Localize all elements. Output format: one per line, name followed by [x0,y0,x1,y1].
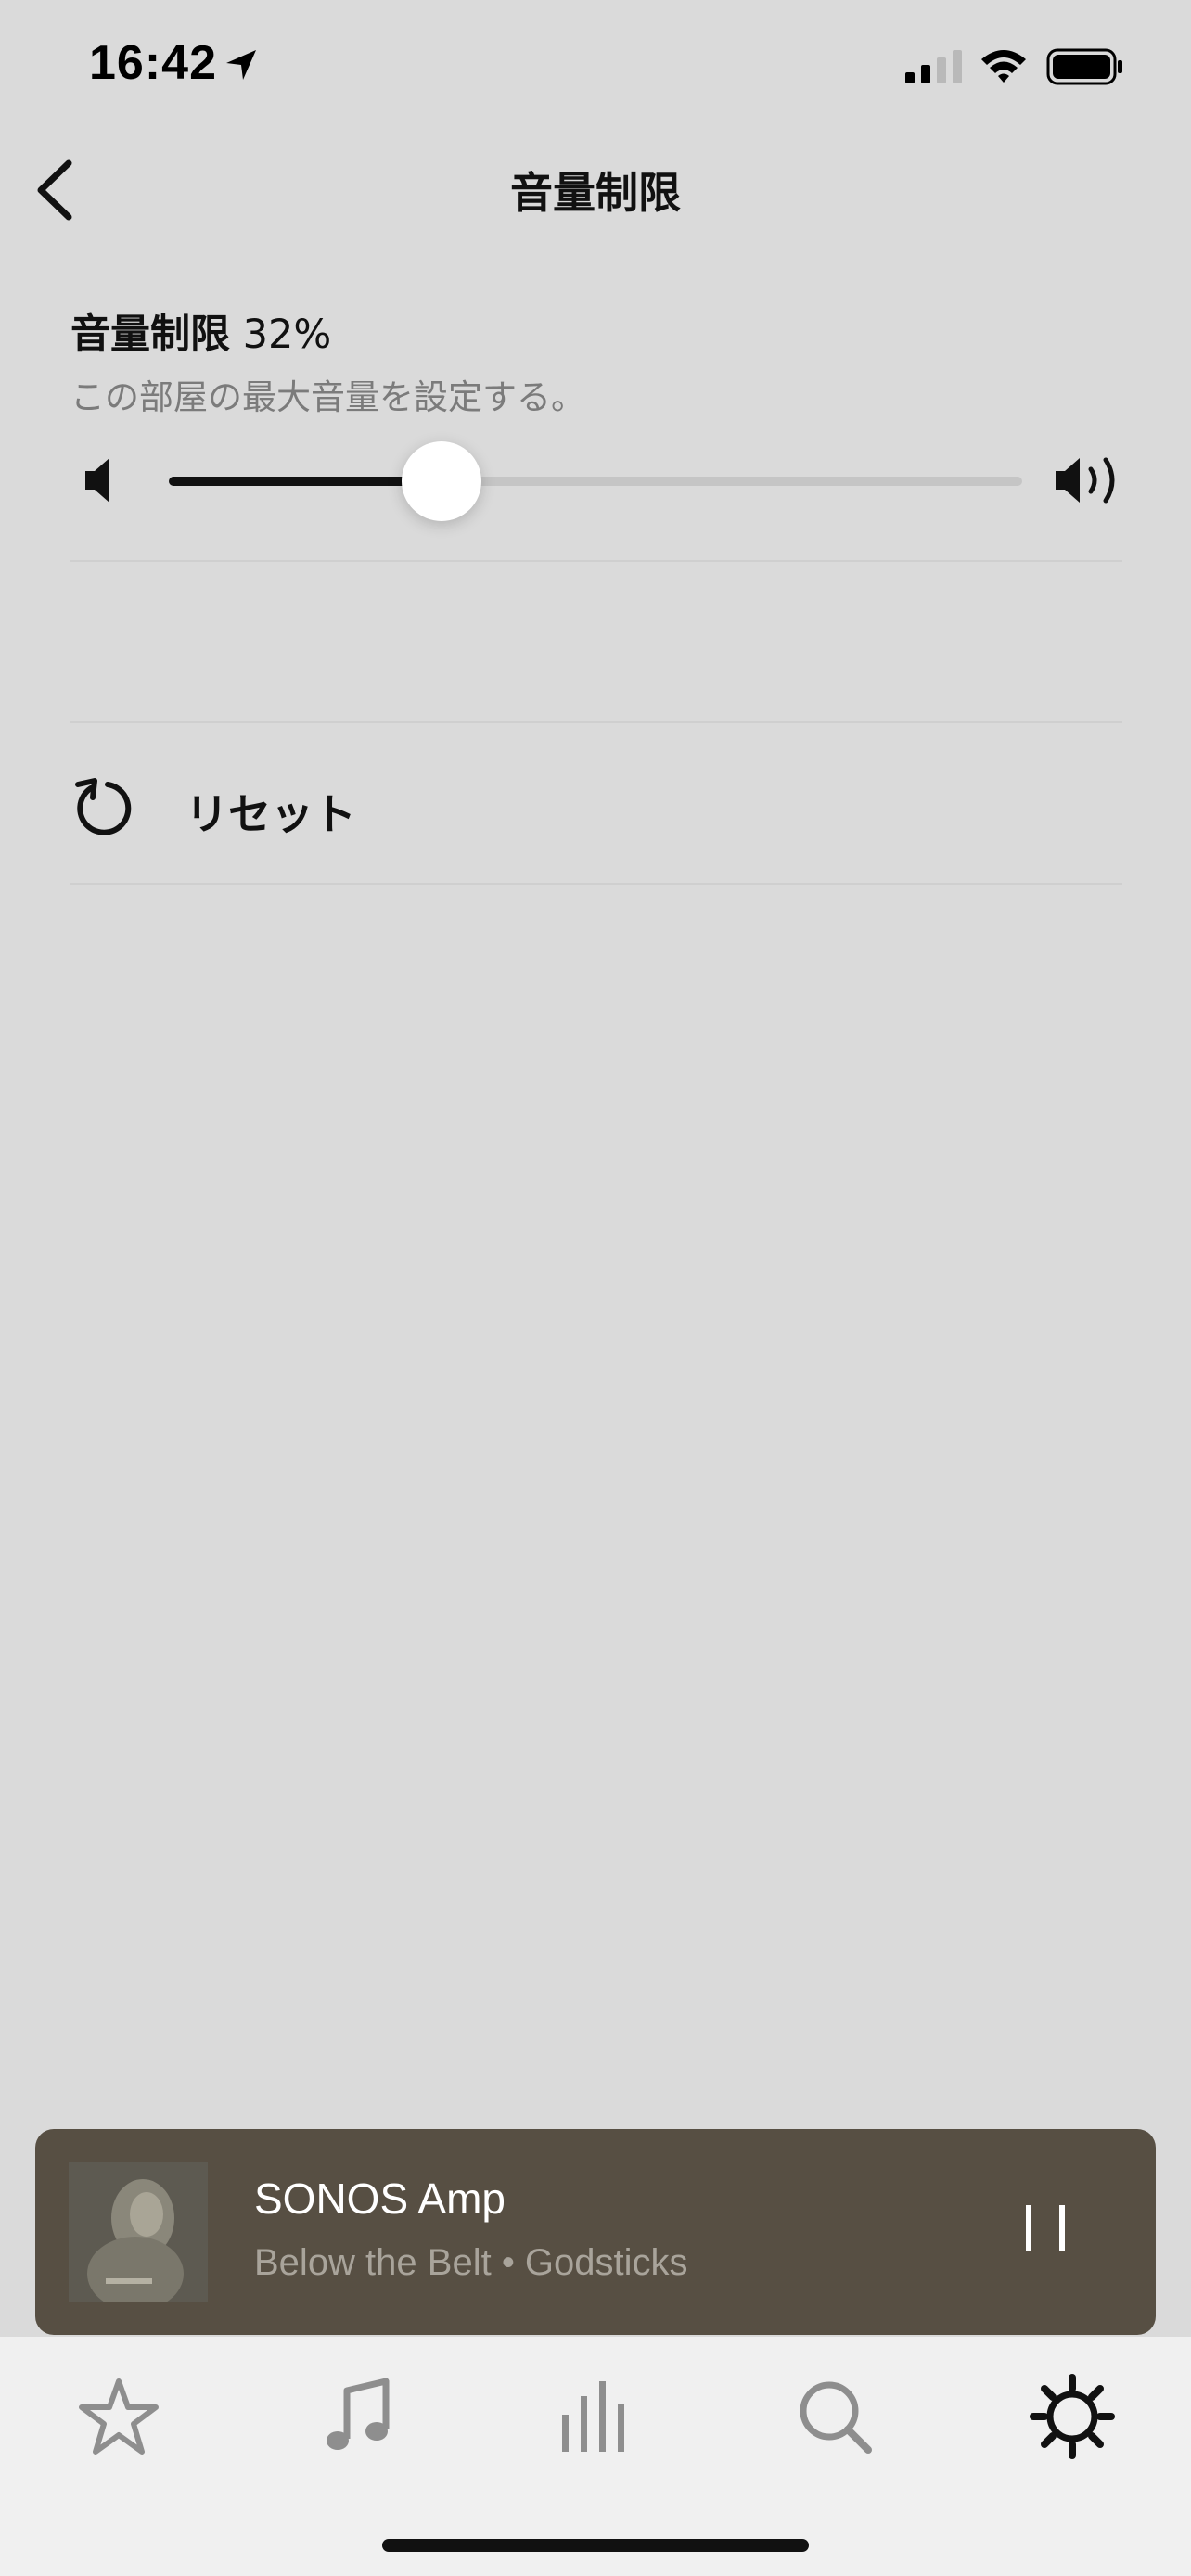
volume-limit-slider[interactable] [169,441,1022,521]
status-bar: 16:42 [0,0,1191,130]
now-playing-track: Below the Belt • Godsticks [254,2242,688,2283]
music-note-icon [327,2378,390,2450]
equalizer-bars-icon [562,2381,624,2452]
page-title: 音量制限 [510,168,681,218]
album-cover-image [69,2162,208,2302]
tab-browse[interactable] [314,2372,403,2461]
home-indicator [382,2539,809,2552]
search-icon [800,2381,872,2454]
status-time: 16:42 [89,36,217,90]
reset-icon [75,778,132,835]
speaker-loud-icon [1056,457,1115,504]
tab-settings[interactable] [1028,2372,1117,2461]
slider-thumb[interactable] [402,441,482,521]
now-playing-bar[interactable]: SONOS Amp Below the Belt • Godsticks [35,2129,1156,2335]
wifi-icon [981,50,1026,83]
tab-search[interactable] [790,2372,879,2461]
star-icon [79,2378,159,2455]
divider [70,560,1122,562]
tab-favorites[interactable] [74,2372,163,2461]
gear-icon [1030,2374,1115,2459]
location-arrow-icon [226,50,256,80]
volume-limit-title: 音量制限 [70,312,230,358]
slider-fill [169,477,442,486]
battery-icon [1046,48,1122,85]
now-playing-room: SONOS Amp [254,2174,506,2223]
divider [70,883,1122,885]
cellular-signal-icon [905,50,962,83]
tab-rooms[interactable] [551,2372,640,2461]
volume-limit-description: この部屋の最大音量を設定する。 [70,377,585,417]
speaker-mute-icon [85,458,109,503]
reset-row[interactable]: リセット [70,725,1122,885]
volume-limit-label: 音量制限 32% [70,302,331,360]
divider [70,721,1122,723]
album-art[interactable] [69,2162,208,2302]
pause-button[interactable] [1026,2205,1082,2264]
volume-limit-percent: 32% [242,312,332,358]
reset-label: リセット [186,789,356,839]
